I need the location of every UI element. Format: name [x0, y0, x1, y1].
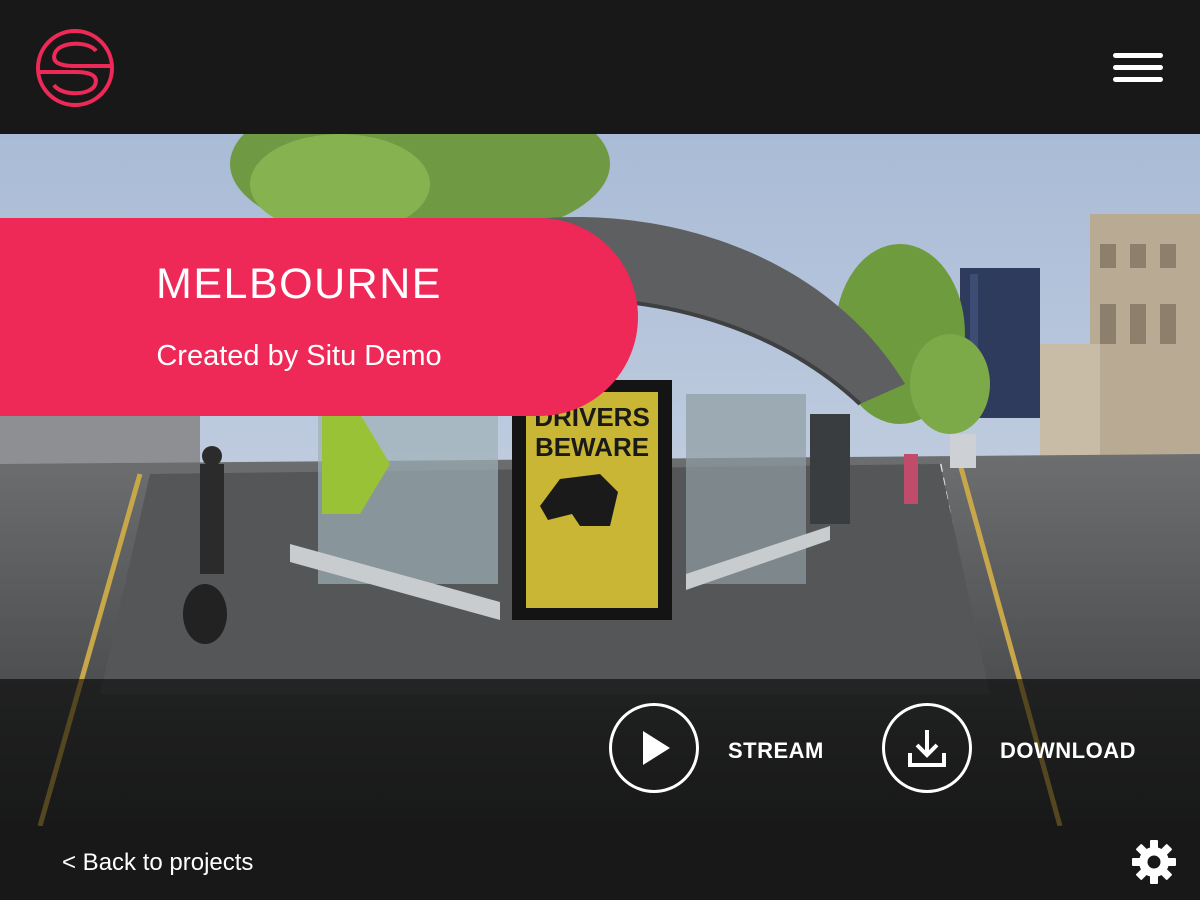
poster-title-line2: BEWARE	[535, 432, 649, 462]
project-title-card: MELBOURNE Created by Situ Demo	[0, 218, 638, 416]
project-creator: Created by Situ Demo	[156, 340, 442, 372]
back-to-projects-link[interactable]: < Back to projects	[62, 849, 253, 877]
stream-label[interactable]: STREAM	[728, 738, 824, 764]
hamburger-menu-icon[interactable]	[1108, 46, 1168, 90]
action-bar: STREAM DOWNLOAD	[0, 679, 1200, 826]
project-title: MELBOURNE	[156, 260, 442, 308]
gear-icon[interactable]	[1130, 838, 1178, 886]
situ-logo-icon[interactable]	[34, 27, 116, 109]
download-button[interactable]: DOWNLOAD	[882, 703, 1152, 801]
download-icon[interactable]	[882, 703, 972, 793]
play-icon[interactable]	[609, 703, 699, 793]
download-label[interactable]: DOWNLOAD	[1000, 738, 1136, 764]
stream-button[interactable]: STREAM	[609, 703, 839, 801]
top-bar	[0, 0, 1200, 134]
bottom-bar: < Back to projects	[0, 826, 1200, 900]
